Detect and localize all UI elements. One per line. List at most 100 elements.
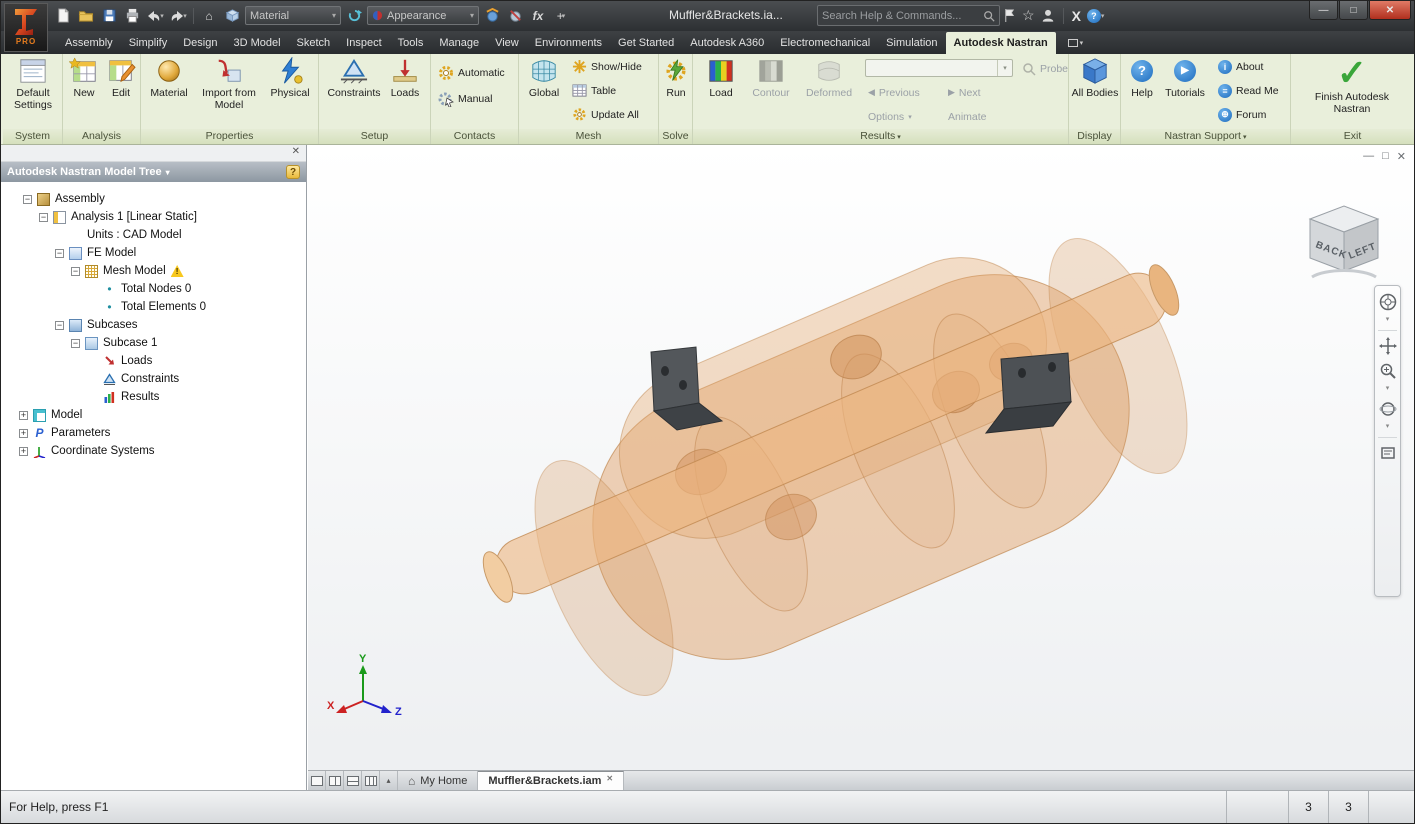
favorites-star-icon[interactable]: ☆ xyxy=(1022,7,1035,24)
orbit-dropdown-arrow[interactable]: ▾ xyxy=(1386,423,1390,432)
panel-title-system[interactable]: System xyxy=(3,129,62,144)
redo-button[interactable]: ▾ xyxy=(168,6,188,26)
close-button[interactable]: ✕ xyxy=(1369,1,1411,20)
mesh-show-hide-button[interactable]: Show/Hide xyxy=(569,56,645,77)
tab-manage[interactable]: Manage xyxy=(431,32,487,54)
tab-3d-model[interactable]: 3D Model xyxy=(225,32,288,54)
read-me-button[interactable]: ≡ Read Me xyxy=(1215,80,1282,101)
panel-title-exit[interactable]: Exit xyxy=(1291,129,1414,144)
view-cube[interactable]: BACK LEFT xyxy=(1292,191,1392,291)
mesh-table-button[interactable]: Table xyxy=(569,80,619,101)
home-button[interactable]: ⌂ xyxy=(199,6,219,26)
panel-title-contacts[interactable]: Contacts xyxy=(431,129,518,144)
tree-item-fe-model[interactable]: − FE Model xyxy=(1,244,306,262)
inventor-logo[interactable]: PRO xyxy=(4,3,48,52)
model-canvas[interactable]: X Y Z xyxy=(308,145,1415,771)
ribbon-display-options-button[interactable]: ▾ xyxy=(1062,32,1090,54)
tab-electromechanical[interactable]: Electromechanical xyxy=(772,32,878,54)
open-file-button[interactable] xyxy=(76,6,96,26)
collapse-icon[interactable]: − xyxy=(39,212,48,222)
appearance-combobox[interactable]: Appearance ▾ xyxy=(367,6,479,25)
collapse-icon[interactable]: − xyxy=(71,338,80,348)
adjust-appearance-button[interactable] xyxy=(482,6,502,26)
tree-item-assembly[interactable]: − Assembly xyxy=(1,190,306,208)
tile-vertical-button[interactable] xyxy=(326,771,344,790)
tutorials-button[interactable]: ▶ Tutorials xyxy=(1161,56,1209,100)
tab-assembly[interactable]: Assembly xyxy=(57,32,121,54)
tree-item-units[interactable]: Units : CAD Model xyxy=(1,226,306,244)
tab-scroll-up-button[interactable]: ▴ xyxy=(380,771,398,790)
tree-item-mesh-model[interactable]: − Mesh Model ! xyxy=(1,262,306,280)
zoom-button[interactable] xyxy=(1378,361,1398,381)
undo-button[interactable]: ▾ xyxy=(145,6,165,26)
tab-get-started[interactable]: Get Started xyxy=(610,32,682,54)
edit-analysis-button[interactable]: Edit xyxy=(103,56,139,100)
parameters-fx-button[interactable]: fx xyxy=(528,6,548,26)
panel-title-results[interactable]: Results ▾ xyxy=(693,129,1068,144)
import-from-model-button[interactable]: Import from Model xyxy=(197,56,261,111)
manual-contacts-button[interactable]: Manual xyxy=(435,88,495,109)
save-button[interactable] xyxy=(99,6,119,26)
3d-viewport[interactable]: X Y Z — □ ✕ BACK LEFT ▾ ▾ ▾ ▴ ⌂ My Home … xyxy=(308,145,1414,790)
new-analysis-button[interactable]: New xyxy=(66,56,102,100)
navigation-wheel-button[interactable] xyxy=(1378,292,1398,312)
new-file-button[interactable] xyxy=(53,6,73,26)
tab-view[interactable]: View xyxy=(487,32,527,54)
collapse-icon[interactable]: − xyxy=(55,320,64,330)
redo-dropdown-arrow[interactable]: ▾ xyxy=(183,12,187,20)
update-material-button[interactable] xyxy=(344,6,364,26)
tree-item-total-elements[interactable]: • Total Elements 0 xyxy=(1,298,306,316)
browser-header-arrow[interactable]: ▾ xyxy=(166,168,170,177)
contour-button[interactable]: Contour xyxy=(745,56,797,100)
previous-result-button[interactable]: ◀ Previous xyxy=(865,82,923,103)
minimize-button[interactable]: — xyxy=(1309,1,1338,20)
tree-item-constraints[interactable]: Constraints xyxy=(1,370,306,388)
doc-minimize-button[interactable]: — xyxy=(1363,150,1374,163)
forum-button[interactable]: ⊕ Forum xyxy=(1215,104,1269,125)
browser-close-icon[interactable]: ✕ xyxy=(292,146,300,157)
panel-title-solve[interactable]: Solve xyxy=(659,129,692,144)
my-home-tab[interactable]: ⌂ My Home xyxy=(398,771,479,790)
tree-item-results[interactable]: Results xyxy=(1,388,306,406)
tree-item-parameters[interactable]: + P Parameters xyxy=(1,424,306,442)
notification-flag-icon[interactable] xyxy=(1003,8,1016,23)
physical-button[interactable]: Physical xyxy=(265,56,315,100)
browser-header[interactable]: Autodesk Nastran Model Tree ▾ ? xyxy=(1,162,306,182)
tree-item-loads[interactable]: Loads xyxy=(1,352,306,370)
panel-title-analysis[interactable]: Analysis xyxy=(63,129,140,144)
panel-title-mesh[interactable]: Mesh xyxy=(519,129,658,144)
tab-autodesk-nastran[interactable]: Autodesk Nastran xyxy=(945,32,1056,54)
tab-simulation[interactable]: Simulation xyxy=(878,32,945,54)
deformed-button[interactable]: Deformed xyxy=(801,56,857,100)
tab-autodesk-a360[interactable]: Autodesk A360 xyxy=(682,32,772,54)
tree-item-subcase-1[interactable]: − Subcase 1 xyxy=(1,334,306,352)
tile-columns-button[interactable] xyxy=(362,771,380,790)
undo-dropdown-arrow[interactable]: ▾ xyxy=(160,12,164,20)
run-button[interactable]: Run xyxy=(660,56,692,100)
constraints-button[interactable]: Constraints xyxy=(327,56,381,100)
tab-design[interactable]: Design xyxy=(175,32,225,54)
tree-item-subcases[interactable]: − Subcases xyxy=(1,316,306,334)
mesh-update-all-button[interactable]: Update All xyxy=(569,104,642,125)
all-bodies-button[interactable]: All Bodies xyxy=(1071,56,1119,100)
pan-button[interactable] xyxy=(1378,336,1398,356)
collapse-icon[interactable]: − xyxy=(71,266,80,276)
exchange-apps-icon[interactable]: X xyxy=(1072,8,1081,24)
expand-icon[interactable]: + xyxy=(19,428,28,438)
tree-item-model[interactable]: + Model xyxy=(1,406,306,424)
look-at-button[interactable] xyxy=(1378,443,1398,463)
panel-title-display[interactable]: Display xyxy=(1069,129,1120,144)
expand-icon[interactable]: + xyxy=(19,410,28,420)
search-input[interactable] xyxy=(822,9,983,22)
tile-horizontal-button[interactable] xyxy=(344,771,362,790)
document-tab-muffler[interactable]: Muffler&Brackets.iam ✕ xyxy=(478,771,625,790)
user-profile-icon[interactable] xyxy=(1041,8,1055,23)
print-button[interactable] xyxy=(122,6,142,26)
orbit-button[interactable] xyxy=(1378,399,1398,419)
tree-item-total-nodes[interactable]: • Total Nodes 0 xyxy=(1,280,306,298)
collapse-icon[interactable]: − xyxy=(23,194,32,204)
help-search-box[interactable] xyxy=(817,5,1000,26)
global-mesh-button[interactable]: Global xyxy=(523,56,565,100)
load-results-button[interactable]: Load xyxy=(701,56,741,100)
loads-button[interactable]: Loads xyxy=(383,56,427,100)
